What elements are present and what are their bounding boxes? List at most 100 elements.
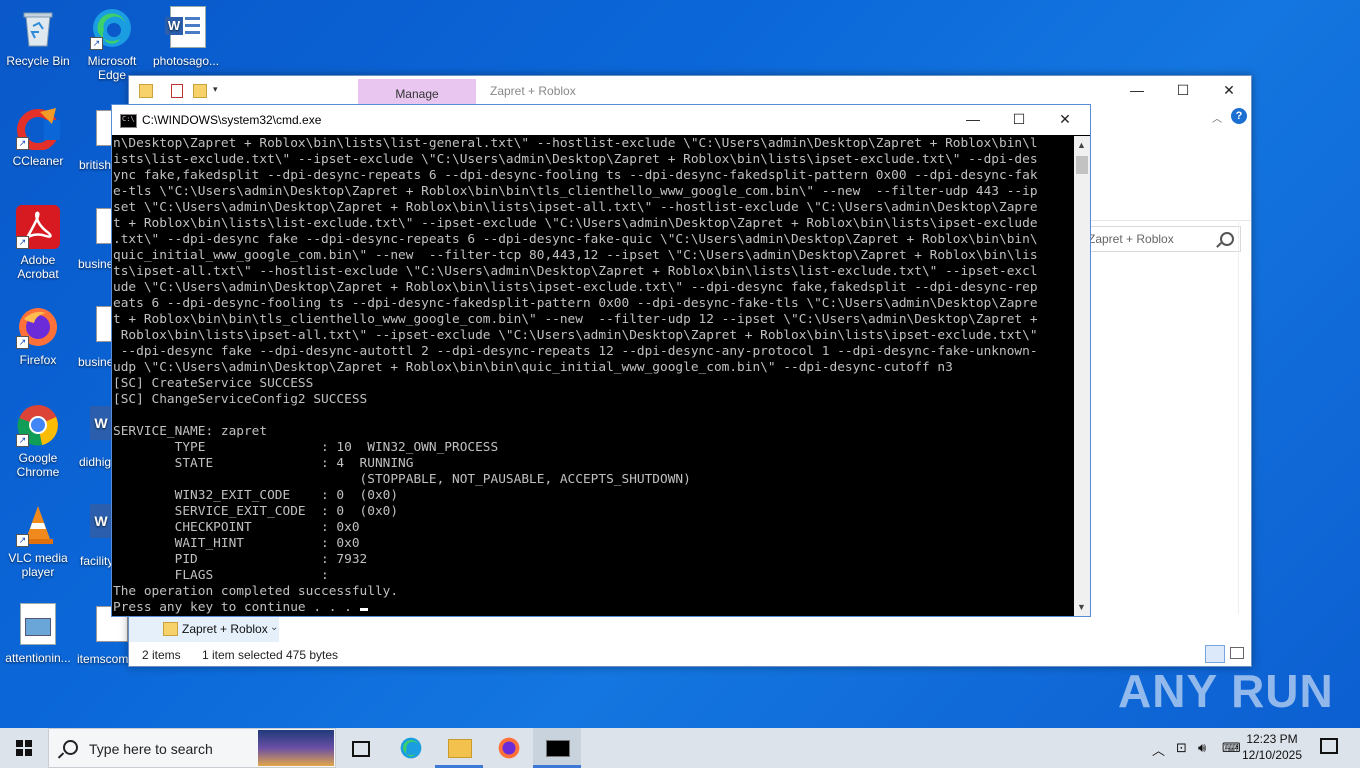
- word-document-icon: W: [164, 6, 208, 50]
- desktop-icon-label: busine: [78, 355, 114, 369]
- folder-icon: [163, 622, 178, 636]
- desktop-icon-ccleaner[interactable]: ↗ CCleaner: [0, 106, 76, 168]
- cmd-titlebar[interactable]: C:\WINDOWS\system32\cmd.exe — ☐ ✕: [112, 105, 1090, 135]
- firefox-icon: ↗: [16, 305, 60, 349]
- explorer-divider: [1089, 220, 1251, 221]
- desktop-icon-attention[interactable]: attentionin...: [0, 603, 76, 665]
- edge-icon: [400, 737, 422, 759]
- details-view-icon[interactable]: [1205, 645, 1225, 663]
- show-hidden-icons-chevron[interactable]: ︿: [1152, 740, 1165, 759]
- close-button[interactable]: ✕: [1206, 76, 1252, 106]
- scroll-up-icon[interactable]: ▲: [1077, 140, 1086, 150]
- desktop-icon-label: attentionin...: [5, 651, 71, 665]
- clock[interactable]: 12:23 PM 12/10/2025: [1240, 731, 1304, 763]
- image-file-icon: [16, 603, 60, 647]
- desktop-icon-label: Recycle Bin: [6, 54, 70, 68]
- start-button[interactable]: [0, 728, 48, 768]
- shortcut-arrow-icon: ↗: [16, 534, 29, 547]
- search-placeholder: Zapret + Roblox: [1088, 232, 1174, 246]
- text-cursor: [359, 608, 368, 611]
- status-size: 475 bytes: [286, 648, 339, 662]
- chevron-down-icon[interactable]: ⌄: [270, 622, 278, 633]
- cmd-icon: [120, 114, 137, 128]
- chevron-up-icon[interactable]: ︿: [1212, 110, 1222, 125]
- language-icon[interactable]: ⌨: [1222, 740, 1241, 756]
- desktop-icon-recycle-bin[interactable]: Recycle Bin: [0, 6, 76, 68]
- ccleaner-icon: ↗: [16, 106, 60, 151]
- status-bar: 2 items 1 item selected 475 bytes: [129, 643, 1251, 665]
- firefox-icon: [498, 737, 520, 759]
- chrome-icon: ↗: [16, 403, 60, 447]
- notifications-icon[interactable]: [1320, 738, 1338, 754]
- clock-time: 12:23 PM: [1246, 732, 1298, 746]
- cmd-scrollbar[interactable]: ▲ ▼: [1074, 136, 1090, 616]
- cmd-icon: [546, 740, 570, 757]
- taskbar-edge[interactable]: [387, 728, 435, 768]
- windows-logo-icon: [16, 740, 32, 756]
- tab-manage[interactable]: Manage: [358, 79, 476, 106]
- desktop-icon-label: facility: [80, 554, 114, 568]
- console-text: n\Desktop\Zapret + Roblox\bin\lists\list…: [113, 136, 1038, 615]
- desktop-icon-vlc[interactable]: ↗ VLC media player: [0, 503, 76, 579]
- explorer-scrollbar[interactable]: [1238, 222, 1251, 614]
- maximize-button[interactable]: ☐: [996, 105, 1042, 135]
- shortcut-arrow-icon: ↗: [16, 434, 29, 447]
- minimize-button[interactable]: —: [1114, 76, 1160, 106]
- task-view-icon: [352, 741, 370, 757]
- desktop-icon-chrome[interactable]: ↗ Google Chrome: [0, 403, 76, 479]
- word-document-icon: W: [90, 406, 112, 440]
- help-icon[interactable]: ?: [1231, 108, 1247, 124]
- desktop-icon-partial-5[interactable]: W facility: [80, 504, 113, 568]
- task-view-button[interactable]: [336, 728, 384, 768]
- taskbar-search-placeholder: Type here to search: [89, 741, 213, 757]
- shortcut-arrow-icon: ↗: [16, 336, 29, 349]
- close-button[interactable]: ✕: [1042, 105, 1088, 135]
- search-input[interactable]: Zapret + Roblox: [1087, 226, 1241, 252]
- folder-icon: [448, 739, 472, 758]
- taskbar-cmd[interactable]: [533, 728, 581, 768]
- search-icon: [63, 740, 78, 755]
- desktop-icon-label: itemscom: [77, 652, 129, 666]
- cmd-window[interactable]: C:\WINDOWS\system32\cmd.exe — ☐ ✕ n\Desk…: [111, 104, 1091, 617]
- shortcut-arrow-icon: ↗: [90, 37, 103, 50]
- desktop-icon-adobe-acrobat[interactable]: ↗ Adobe Acrobat: [0, 205, 76, 281]
- desktop-icon-label: Adobe Acrobat: [17, 253, 59, 281]
- anyrun-watermark: ANY RUN: [1118, 665, 1334, 717]
- word-document-icon: W: [90, 504, 112, 538]
- desktop-icon-label: didhig: [79, 455, 112, 469]
- desktop-icon-word-doc[interactable]: W photosago...: [148, 6, 224, 68]
- large-icons-view-icon[interactable]: [1230, 647, 1244, 659]
- new-folder-icon[interactable]: [193, 84, 207, 98]
- explorer-titlebar[interactable]: ▾ Manage Zapret + Roblox — ☐ ✕: [129, 76, 1251, 106]
- edge-icon: ↗: [90, 6, 134, 50]
- taskbar-file-explorer[interactable]: [435, 728, 483, 768]
- desktop-icon-label: busine: [78, 257, 114, 271]
- desktop-icon-firefox[interactable]: ↗ Firefox: [0, 305, 76, 367]
- search-highlight-image[interactable]: [258, 730, 334, 766]
- quick-access-dropdown-icon[interactable]: ▾: [213, 84, 227, 98]
- properties-icon[interactable]: [171, 84, 183, 98]
- folder-item-label: Zapret + Roblox: [182, 622, 268, 636]
- cmd-title: C:\WINDOWS\system32\cmd.exe: [142, 113, 322, 127]
- shortcut-arrow-icon: ↗: [16, 236, 29, 249]
- desktop-icon-edge[interactable]: ↗ Microsoft Edge: [74, 6, 150, 82]
- desktop-icon-partial-4[interactable]: W didhig: [79, 406, 112, 469]
- desktop-icon-label: Firefox: [19, 353, 57, 367]
- shortcut-arrow-icon: ↗: [16, 137, 29, 150]
- desktop-icon-label: Google Chrome: [16, 451, 60, 479]
- maximize-button[interactable]: ☐: [1160, 76, 1206, 106]
- explorer-title: Zapret + Roblox: [490, 84, 576, 98]
- status-item-count: 2 items: [142, 648, 181, 662]
- taskbar-firefox[interactable]: [485, 728, 533, 768]
- scrollbar-thumb[interactable]: [1076, 156, 1088, 174]
- network-icon[interactable]: ⊡: [1176, 740, 1187, 756]
- console-output[interactable]: n\Desktop\Zapret + Roblox\bin\lists\list…: [113, 136, 1073, 616]
- desktop-icon-label: british: [79, 158, 112, 172]
- volume-icon[interactable]: 🔊︎: [1198, 740, 1206, 756]
- status-selected: 1 item selected: [202, 648, 283, 662]
- list-item[interactable]: Zapret + Roblox ⌄: [129, 616, 279, 642]
- search-icon: [1220, 232, 1234, 246]
- folder-icon: [139, 84, 153, 98]
- minimize-button[interactable]: —: [950, 105, 996, 135]
- scroll-down-icon[interactable]: ▼: [1077, 602, 1086, 612]
